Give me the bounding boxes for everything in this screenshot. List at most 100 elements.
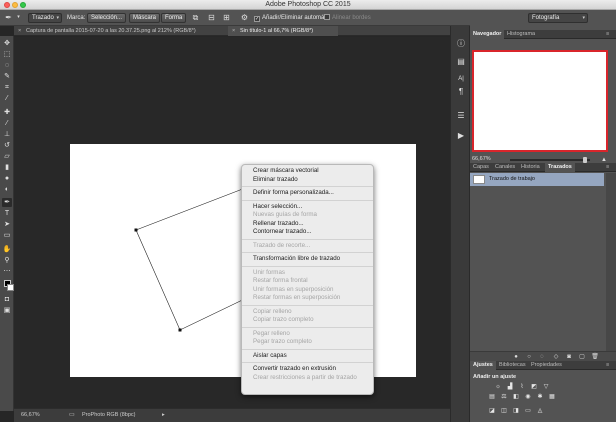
close-tab-icon[interactable]: × (232, 26, 235, 36)
brush-tool-icon[interactable]: ⁄ (2, 119, 12, 128)
navigator-zoom-slider[interactable] (510, 157, 590, 163)
make-work-path-icon[interactable]: ◇ (552, 353, 560, 361)
paths-scrollbar[interactable] (606, 173, 616, 354)
photo-filter-icon[interactable]: ◉ (524, 394, 532, 401)
work-path-outline[interactable] (14, 37, 450, 411)
color-lookup-icon[interactable]: ▦ (548, 394, 556, 401)
path-selection-tool-icon[interactable]: ➤ (2, 220, 12, 229)
navigator-preview[interactable] (472, 50, 608, 152)
status-menu-chevron-icon[interactable]: ▸ (162, 412, 165, 418)
workspace-select[interactable]: Fotografía ▾ (528, 13, 588, 23)
invert-icon[interactable]: ◪ (488, 408, 496, 415)
type-tool-icon[interactable]: T (2, 209, 12, 218)
tab-propiedades[interactable]: Propiedades (528, 361, 565, 370)
mascara-button[interactable]: Máscara (129, 13, 161, 23)
actions-play-icon[interactable]: ▶ (455, 130, 467, 141)
tab-navegador[interactable]: Navegador (470, 30, 505, 39)
add-mask-icon[interactable]: ◙ (565, 353, 573, 361)
blur-tool-icon[interactable]: ● (2, 174, 12, 183)
context-menu-item: Copiar trazo completo (253, 316, 314, 323)
vibrance-icon[interactable]: ▽ (542, 384, 550, 391)
context-menu-item[interactable]: Transformación libre de trazado (242, 255, 373, 264)
move-tool-icon[interactable]: ✥ (2, 39, 12, 48)
crop-tool-icon[interactable]: ⌗ (2, 83, 12, 92)
new-path-icon[interactable]: ▢ (578, 353, 586, 361)
hue-saturation-icon[interactable]: ▤ (488, 394, 496, 401)
posterize-icon[interactable]: ◫ (500, 408, 508, 415)
context-menu-item[interactable]: Rellenar trazado... (242, 220, 373, 229)
background-color-swatch[interactable] (7, 284, 14, 291)
marquee-tool-icon[interactable]: ⬚ (2, 50, 12, 59)
zoom-tool-icon[interactable]: ⚲ (2, 256, 12, 265)
status-zoom[interactable]: 66,67% (21, 412, 40, 418)
context-menu-item[interactable]: Hacer selección... (242, 203, 373, 212)
seleccion-button[interactable]: Selección... (87, 13, 127, 23)
pen-tool-icon[interactable]: ✒ (4, 13, 13, 22)
tab-trazados[interactable]: Trazados (545, 163, 575, 172)
tab-histograma[interactable]: Histograma (504, 30, 538, 39)
load-path-selection-icon[interactable]: ◌ (538, 353, 546, 361)
character-panel-icon[interactable]: ▤ (455, 56, 467, 67)
screen-mode-icon[interactable]: ▣ (2, 306, 12, 315)
brightness-contrast-icon[interactable]: ☼ (494, 384, 502, 391)
selective-color-icon[interactable]: ◬ (536, 408, 544, 415)
color-balance-icon[interactable]: ⚖ (500, 394, 508, 401)
lasso-tool-icon[interactable]: ◌ (2, 61, 12, 70)
auto-add-delete-checkbox[interactable]: ✓ Añadir/Eliminar automát. (254, 13, 328, 23)
path-operations-icon[interactable]: ⧉ (191, 13, 200, 22)
path-alignment-icon[interactable]: ⊟ (207, 13, 216, 22)
pen-tool-icon[interactable]: ✒ (2, 198, 12, 207)
black-white-icon[interactable]: ◧ (512, 394, 520, 401)
threshold-icon[interactable]: ◨ (512, 408, 520, 415)
tab-bibliotecas[interactable]: Bibliotecas (496, 361, 529, 370)
channel-mixer-icon[interactable]: ✱ (536, 394, 544, 401)
rectangle-tool-icon[interactable]: ▭ (2, 231, 12, 240)
panel-menu-icon[interactable]: ≡ (606, 361, 609, 370)
tab-captura[interactable]: × Captura de pantalla 2015-07-20 a las 20… (14, 26, 228, 36)
tab-capas[interactable]: Capas (470, 163, 492, 172)
eyedropper-tool-icon[interactable]: ⁄ (2, 94, 12, 103)
panel-menu-icon[interactable]: ≡ (606, 30, 609, 39)
delete-path-icon[interactable]: 🗑 (591, 353, 599, 361)
gear-icon[interactable]: ⚙ (240, 13, 249, 22)
align-edges-checkbox[interactable]: Alinear bordes (324, 13, 371, 23)
tab-historia[interactable]: Historia (518, 163, 543, 172)
path-arrangement-icon[interactable]: ⊞ (222, 13, 231, 22)
character-icon[interactable]: A| (455, 74, 467, 85)
healing-brush-tool-icon[interactable]: ✚ (2, 108, 12, 117)
history-brush-tool-icon[interactable]: ↺ (2, 141, 12, 150)
info-icon[interactable]: ⓘ (455, 38, 467, 49)
quick-selection-tool-icon[interactable]: ✎ (2, 72, 12, 81)
gradient-tool-icon[interactable]: ▮ (2, 163, 12, 172)
context-menu-item[interactable]: Aislar capas (242, 352, 373, 361)
hand-tool-icon[interactable]: ✋ (2, 245, 12, 254)
tab-ajustes[interactable]: Ajustes (470, 361, 496, 370)
context-menu-item[interactable]: Eliminar trazado (242, 176, 373, 185)
context-menu-item[interactable]: Convertir trazado en extrusión (242, 365, 373, 374)
mode-select[interactable]: Trazado ▾ (28, 13, 62, 23)
fill-path-icon[interactable]: ● (512, 353, 520, 361)
tool-preset-chevron-icon[interactable]: ▾ (14, 13, 23, 22)
path-row-work-path[interactable]: Trazado de trabajo (470, 173, 604, 186)
quick-mask-icon[interactable]: ◘ (2, 295, 12, 304)
more-tools-icon[interactable]: ⋯ (2, 267, 12, 276)
document-workspace[interactable] (14, 37, 450, 411)
dodge-tool-icon[interactable]: ◐ (2, 185, 12, 194)
properties-panel-icon[interactable]: ☰ (455, 110, 467, 121)
tab-sin-titulo[interactable]: × Sin título-1 al 66,7% (RGB/8*) (228, 26, 338, 36)
levels-icon[interactable]: ▟ (506, 384, 514, 391)
exposure-icon[interactable]: ◩ (530, 384, 538, 391)
context-menu-item[interactable]: Definir forma personalizada... (242, 189, 373, 198)
context-menu-item[interactable]: Crear máscara vectorial (242, 167, 373, 176)
tab-canales[interactable]: Canales (492, 163, 518, 172)
gradient-map-icon[interactable]: ▭ (524, 408, 532, 415)
clone-stamp-tool-icon[interactable]: ⊥ (2, 130, 12, 139)
eraser-tool-icon[interactable]: ▱ (2, 152, 12, 161)
curves-icon[interactable]: ⌇ (518, 384, 526, 391)
close-tab-icon[interactable]: × (18, 26, 21, 36)
context-menu-item[interactable]: Contornear trazado... (242, 228, 373, 237)
paragraph-icon[interactable]: ¶ (455, 86, 467, 97)
forma-button[interactable]: Forma (161, 13, 187, 23)
panel-menu-icon[interactable]: ≡ (606, 163, 609, 172)
stroke-path-icon[interactable]: ○ (525, 353, 533, 361)
